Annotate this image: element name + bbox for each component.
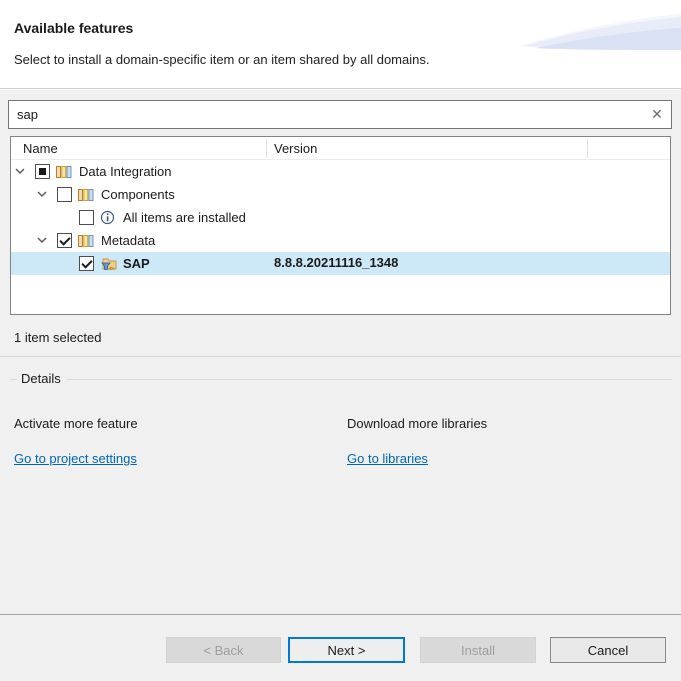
dialog-button-bar: < Back Next > Install Cancel: [0, 614, 681, 681]
tree-item-label: SAP: [123, 256, 150, 271]
feature-bars-icon: [78, 233, 96, 249]
feature-filter-field[interactable]: ✕: [8, 100, 672, 129]
checkbox-checked[interactable]: [57, 233, 72, 248]
go-to-libraries-link[interactable]: Go to libraries: [347, 451, 428, 466]
checkbox-checked[interactable]: [79, 256, 94, 271]
selection-status: 1 item selected: [14, 330, 101, 345]
page-subtitle: Select to install a domain-specific item…: [14, 52, 429, 67]
tree-row-data-integration[interactable]: Data Integration: [11, 160, 670, 183]
next-button[interactable]: Next >: [288, 637, 405, 663]
checkbox-unchecked[interactable]: [57, 187, 72, 202]
chevron-down-icon[interactable]: [15, 168, 25, 175]
tree-row-metadata[interactable]: Metadata: [11, 229, 670, 252]
install-button: Install: [420, 637, 536, 663]
column-divider[interactable]: [266, 139, 267, 158]
separator: [0, 356, 681, 357]
feature-bars-icon: [56, 164, 74, 180]
dialog-content: ✕ Name Version Dat: [0, 90, 681, 614]
tree-row-all-items-installed[interactable]: All items are installed: [11, 206, 670, 229]
download-libraries-label: Download more libraries: [347, 416, 487, 431]
tree-item-label: Data Integration: [79, 164, 172, 179]
checkbox-unchecked[interactable]: [79, 210, 94, 225]
clear-search-icon[interactable]: ✕: [643, 101, 671, 128]
page-title: Available features: [14, 20, 133, 36]
feature-bars-icon: [78, 187, 96, 203]
group-border: [67, 379, 672, 380]
chevron-down-icon[interactable]: [37, 191, 47, 198]
features-tree-table: Name Version Data Integration: [10, 136, 671, 315]
tree-row-components[interactable]: Components: [11, 183, 670, 206]
activate-feature-label: Activate more feature: [14, 416, 138, 431]
back-button: < Back: [166, 637, 281, 663]
group-border: [10, 379, 17, 380]
wizard-banner: Available features Select to install a d…: [0, 0, 681, 89]
tree-item-label: Metadata: [101, 233, 155, 248]
tree-row-sap[interactable]: SAP 8.8.8.20211116_1348: [11, 252, 670, 275]
tree-item-label: All items are installed: [123, 210, 246, 225]
info-icon: [100, 210, 118, 226]
search-input[interactable]: [9, 107, 643, 122]
details-group: Details: [10, 370, 672, 386]
details-group-label: Details: [17, 371, 67, 386]
column-divider[interactable]: [587, 139, 588, 158]
chevron-down-icon[interactable]: [37, 237, 47, 244]
table-header: Name Version: [11, 137, 670, 160]
go-to-project-settings-link[interactable]: Go to project settings: [14, 451, 137, 466]
cancel-button[interactable]: Cancel: [550, 637, 666, 663]
column-header-name[interactable]: Name: [23, 141, 58, 156]
sap-folder-icon: [100, 256, 118, 272]
column-header-version[interactable]: Version: [274, 141, 317, 156]
tree-item-version: 8.8.8.20211116_1348: [274, 255, 398, 270]
tree-item-label: Components: [101, 187, 175, 202]
checkbox-partial[interactable]: [35, 164, 50, 179]
banner-swoosh-decoration: [521, 4, 681, 52]
